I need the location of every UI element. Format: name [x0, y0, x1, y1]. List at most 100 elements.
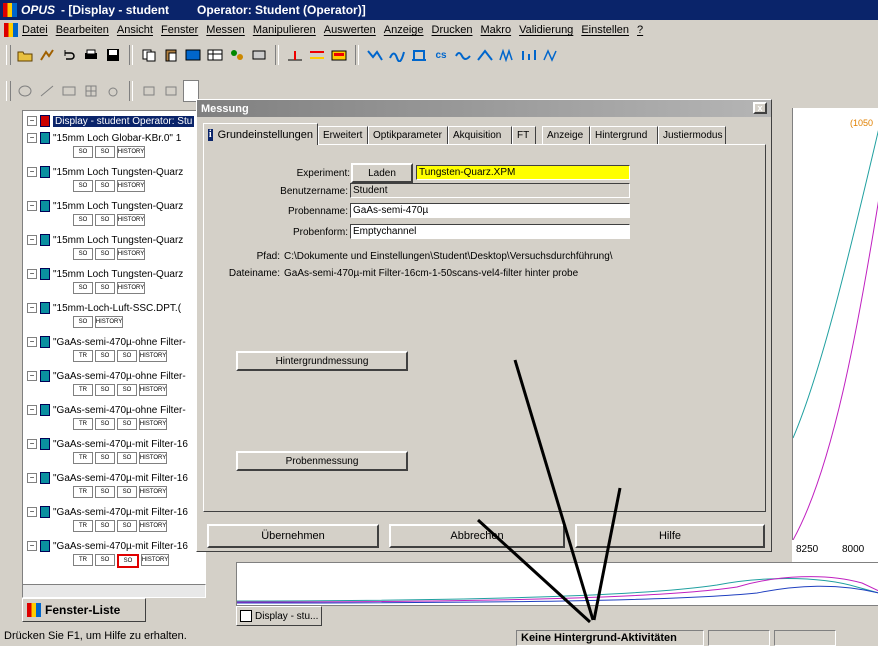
collapse-icon[interactable]: −: [27, 235, 37, 245]
experiment-field[interactable]: Tungsten-Quarz.XPM: [416, 165, 630, 180]
menu-help[interactable]: ?: [637, 24, 643, 36]
load-icon[interactable]: [37, 45, 57, 65]
opus-menu-icon[interactable]: [4, 23, 18, 37]
grid-icon[interactable]: [81, 81, 101, 101]
tree-item[interactable]: − "GaAs-semi-470µ-mit Filter-16: [27, 505, 188, 519]
data-block-so[interactable]: SO: [95, 520, 115, 532]
hintergrundmessung-button[interactable]: Hintergrundmessung: [236, 351, 408, 371]
save-icon[interactable]: [103, 45, 123, 65]
tab-ft[interactable]: FT: [512, 126, 536, 144]
data-block-history[interactable]: HISTORY: [139, 418, 167, 430]
tab-hintergrund[interactable]: Hintergrund: [590, 126, 658, 144]
tree-root[interactable]: − Display - student Operator: Stu: [27, 114, 195, 128]
undo-icon[interactable]: [59, 45, 79, 65]
image-icon[interactable]: [183, 45, 203, 65]
data-block-so[interactable]: SO: [117, 418, 137, 430]
difference-icon[interactable]: [475, 45, 495, 65]
data-block-so[interactable]: SO: [117, 486, 137, 498]
probenname-field[interactable]: GaAs-semi-470µ: [350, 203, 630, 218]
data-block-tr[interactable]: TR: [73, 418, 93, 430]
table-icon[interactable]: [205, 45, 225, 65]
data-block-history[interactable]: HISTORY: [139, 520, 167, 532]
data-block-tr[interactable]: TR: [73, 350, 93, 362]
collapse-icon[interactable]: −: [27, 303, 37, 313]
benutzername-field[interactable]: Student: [350, 183, 630, 198]
tree-item[interactable]: − "GaAs-semi-470µ-ohne Filter-: [27, 335, 186, 349]
data-block-tr[interactable]: TR: [73, 554, 93, 566]
data-block-so[interactable]: SO: [95, 350, 115, 362]
tree-item[interactable]: − "GaAs-semi-470µ-ohne Filter-: [27, 403, 186, 417]
collapse-icon[interactable]: −: [27, 507, 37, 517]
tree-item[interactable]: − "15mm Loch Tungsten-Quarz: [27, 199, 183, 213]
tab-anzeige[interactable]: Anzeige: [542, 126, 590, 144]
normalize-icon[interactable]: [409, 45, 429, 65]
data-block-tr[interactable]: TR: [73, 486, 93, 498]
data-block-so[interactable]: SO: [95, 418, 115, 430]
data-block-so[interactable]: SO: [73, 214, 93, 226]
probenform-field[interactable]: Emptychannel: [350, 224, 630, 239]
data-block-history[interactable]: HISTORY: [139, 350, 167, 362]
hilfe-button[interactable]: Hilfe: [575, 524, 765, 548]
cs-icon[interactable]: cs: [431, 45, 451, 65]
measure-icon[interactable]: [329, 45, 349, 65]
dialog-close-button[interactable]: x: [753, 102, 767, 114]
data-block-tr[interactable]: TR: [73, 452, 93, 464]
peak-pick-icon[interactable]: [285, 45, 305, 65]
collapse-icon[interactable]: −: [27, 541, 37, 551]
menu-messen[interactable]: Messen: [206, 24, 245, 36]
data-block-history[interactable]: HISTORY: [95, 316, 123, 328]
kkt-icon[interactable]: [541, 45, 561, 65]
menu-anzeige[interactable]: Anzeige: [384, 24, 424, 36]
baseline-icon[interactable]: [365, 45, 385, 65]
data-block-history[interactable]: HISTORY: [139, 452, 167, 464]
toolbar-grip[interactable]: [6, 81, 11, 101]
menu-manipulieren[interactable]: Manipulieren: [253, 24, 316, 36]
fenster-liste-tab[interactable]: Fenster-Liste: [22, 598, 146, 622]
multiplot-icon[interactable]: [497, 45, 517, 65]
hand-icon[interactable]: [103, 81, 123, 101]
data-block-history[interactable]: HISTORY: [141, 554, 169, 566]
toolbar-grip[interactable]: [6, 45, 11, 65]
peak-table-icon[interactable]: [519, 45, 539, 65]
collapse-icon[interactable]: −: [27, 439, 37, 449]
menu-einstellen[interactable]: Einstellen: [581, 24, 629, 36]
spectrum-plot[interactable]: (1050: [792, 108, 878, 542]
tree-item[interactable]: − "15mm-Loch-Luft-SSC.DPT.(: [27, 301, 181, 315]
rectangle-icon[interactable]: [59, 81, 79, 101]
data-block-so[interactable]: SO: [73, 146, 93, 158]
data-block-history[interactable]: HISTORY: [117, 146, 145, 158]
spectrum-color-icon[interactable]: [307, 45, 327, 65]
data-block-history[interactable]: HISTORY: [139, 384, 167, 396]
derivative-icon[interactable]: [453, 45, 473, 65]
zoom-in-icon[interactable]: [139, 81, 159, 101]
tab-akquisition[interactable]: Akquisition: [448, 126, 512, 144]
collapse-icon[interactable]: −: [27, 116, 37, 126]
menu-fenster[interactable]: Fenster: [161, 24, 198, 36]
smooth-icon[interactable]: [387, 45, 407, 65]
collapse-icon[interactable]: −: [27, 337, 37, 347]
menu-makro[interactable]: Makro: [481, 24, 512, 36]
tree-item[interactable]: − "GaAs-semi-470µ-ohne Filter-: [27, 369, 186, 383]
network-icon[interactable]: [227, 45, 247, 65]
data-block-history[interactable]: HISTORY: [139, 486, 167, 498]
abbrechen-button[interactable]: Abbrechen: [389, 524, 565, 548]
print-preview-icon[interactable]: [249, 45, 269, 65]
data-block-so[interactable]: SO: [73, 180, 93, 192]
data-block-so[interactable]: SO: [73, 282, 93, 294]
tree-item[interactable]: − "15mm Loch Tungsten-Quarz: [27, 267, 183, 281]
collapse-icon[interactable]: −: [27, 371, 37, 381]
data-block-so[interactable]: SO: [95, 248, 115, 260]
collapse-icon[interactable]: −: [27, 201, 37, 211]
menu-datei[interactable]: Datei: [22, 24, 48, 36]
data-block-history[interactable]: HISTORY: [117, 214, 145, 226]
zoom-out-icon[interactable]: [161, 81, 181, 101]
open-folder-icon[interactable]: [15, 45, 35, 65]
line-icon[interactable]: [37, 81, 57, 101]
collapse-icon[interactable]: −: [27, 269, 37, 279]
menu-drucken[interactable]: Drucken: [432, 24, 473, 36]
data-block-so[interactable]: SO: [95, 486, 115, 498]
tab-erweitert[interactable]: Erweitert: [318, 126, 368, 144]
uebernehmen-button[interactable]: Übernehmen: [207, 524, 379, 548]
data-block-so[interactable]: SO: [95, 282, 115, 294]
collapse-icon[interactable]: −: [27, 133, 37, 143]
